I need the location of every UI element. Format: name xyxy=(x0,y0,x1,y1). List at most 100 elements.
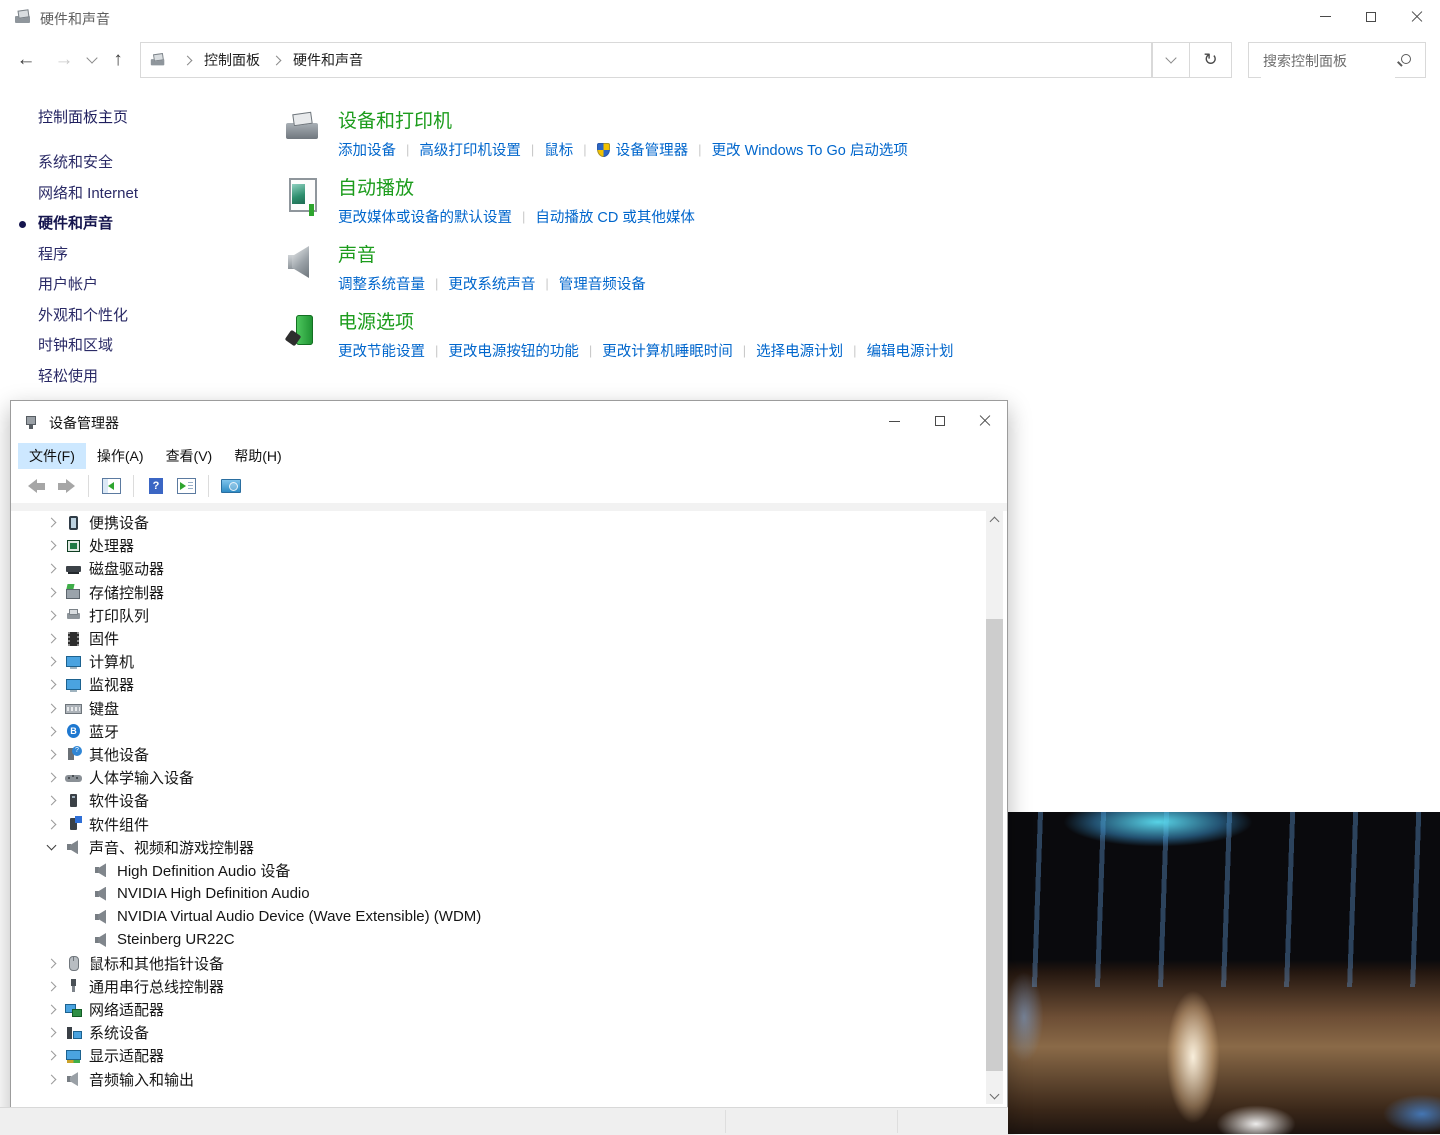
dm-minimize-button[interactable] xyxy=(872,401,917,441)
scrollbar-down-button[interactable] xyxy=(986,1087,1003,1104)
task-link[interactable]: 更改系统声音 xyxy=(448,273,535,294)
tree-subitem[interactable]: NVIDIA Virtual Audio Device (Wave Extens… xyxy=(11,905,1007,928)
scrollbar-up-button[interactable] xyxy=(986,511,1003,528)
expander[interactable] xyxy=(41,774,61,781)
task-link[interactable]: 更改节能设置 xyxy=(338,340,425,361)
tree-item[interactable]: 音频输入和输出 xyxy=(11,1068,1007,1091)
sidebar-item[interactable]: 时钟和区域 xyxy=(0,331,270,362)
task-link[interactable]: 编辑电源计划 xyxy=(867,340,954,361)
expander[interactable] xyxy=(41,635,61,642)
expander[interactable] xyxy=(41,821,61,828)
breadcrumb-hardware-sound[interactable]: 硬件和声音 xyxy=(291,50,365,70)
task-link[interactable]: 调整系统音量 xyxy=(338,273,425,294)
expander[interactable] xyxy=(41,1076,61,1083)
tree-item[interactable]: 固件 xyxy=(11,627,1007,650)
sidebar-item[interactable]: 程序 xyxy=(0,240,270,271)
dm-maximize-button[interactable] xyxy=(917,401,962,441)
expander[interactable] xyxy=(41,519,61,526)
expander[interactable] xyxy=(41,728,61,735)
sound-icon[interactable] xyxy=(283,242,323,282)
tree-item[interactable]: 人体学输入设备 xyxy=(11,766,1007,789)
autoplay-icon[interactable] xyxy=(283,175,323,215)
search-input[interactable] xyxy=(1261,44,1395,78)
tree-item[interactable]: 处理器 xyxy=(11,534,1007,557)
sidebar-item[interactable]: 系统和安全 xyxy=(0,148,270,179)
dm-titlebar[interactable]: 设备管理器 xyxy=(11,401,1007,443)
expander[interactable] xyxy=(41,705,61,712)
expander[interactable] xyxy=(41,681,61,688)
tree-item[interactable]: 声音、视频和游戏控制器 xyxy=(11,836,1007,859)
tree-item[interactable]: 打印队列 xyxy=(11,604,1007,627)
tree-item[interactable]: 鼠标和其他指针设备 xyxy=(11,952,1007,975)
cp-maximize-button[interactable] xyxy=(1348,0,1394,33)
tree-item[interactable]: 网络适配器 xyxy=(11,998,1007,1021)
section-title-link[interactable]: 声音 xyxy=(338,244,646,268)
expander[interactable] xyxy=(41,542,61,549)
dm-back-button[interactable] xyxy=(23,473,49,499)
expander[interactable] xyxy=(41,565,61,572)
expander[interactable] xyxy=(41,589,61,596)
sidebar-item[interactable]: 外观和个性化 xyxy=(0,301,270,332)
tree-item[interactable]: 磁盘驱动器 xyxy=(11,557,1007,580)
properties-button[interactable] xyxy=(173,473,199,499)
help-button[interactable]: ? xyxy=(143,473,169,499)
task-link[interactable]: 高级打印机设置 xyxy=(419,139,521,160)
console-tree-toggle-button[interactable] xyxy=(98,473,124,499)
scan-hardware-changes-button[interactable] xyxy=(218,473,244,499)
expander[interactable] xyxy=(41,983,61,990)
sidebar-item[interactable]: 用户帐户 xyxy=(0,270,270,301)
sidebar-item[interactable]: 网络和 Internet xyxy=(0,179,270,210)
tree-item[interactable]: 显示适配器 xyxy=(11,1044,1007,1067)
menu-item[interactable]: 文件(F) xyxy=(18,443,86,469)
tree-item[interactable]: 系统设备 xyxy=(11,1021,1007,1044)
cp-minimize-button[interactable] xyxy=(1302,0,1348,33)
expander[interactable] xyxy=(41,1052,61,1059)
devices-printers-icon[interactable] xyxy=(283,108,323,148)
tree-item[interactable]: 蓝牙 xyxy=(11,720,1007,743)
task-link[interactable]: 选择电源计划 xyxy=(756,340,843,361)
task-link[interactable]: 设备管理器 xyxy=(616,139,689,160)
task-link[interactable]: 管理音频设备 xyxy=(559,273,646,294)
expander[interactable] xyxy=(41,960,61,967)
tree-item[interactable]: 通用串行总线控制器 xyxy=(11,975,1007,998)
cp-close-button[interactable] xyxy=(1394,0,1440,33)
section-title-link[interactable]: 电源选项 xyxy=(338,311,954,335)
menu-item[interactable]: 帮助(H) xyxy=(223,443,292,469)
dm-close-button[interactable] xyxy=(962,401,1007,441)
tree-item[interactable]: 软件设备 xyxy=(11,789,1007,812)
task-link[interactable]: 更改计算机睡眠时间 xyxy=(602,340,733,361)
tree-item[interactable]: 存储控制器 xyxy=(11,581,1007,604)
expander[interactable] xyxy=(41,751,61,758)
refresh-button[interactable]: ↻ xyxy=(1189,42,1232,78)
section-title-link[interactable]: 设备和打印机 xyxy=(338,110,908,134)
task-link[interactable]: 更改媒体或设备的默认设置 xyxy=(338,206,512,227)
back-button[interactable]: ← xyxy=(12,46,40,74)
scrollbar-thumb[interactable] xyxy=(986,619,1003,1071)
forward-button[interactable]: → xyxy=(50,46,78,74)
sidebar-item[interactable]: 硬件和声音 xyxy=(0,209,270,240)
expander[interactable] xyxy=(41,1029,61,1036)
expander[interactable] xyxy=(41,1006,61,1013)
tree-subitem[interactable]: NVIDIA High Definition Audio xyxy=(11,882,1007,905)
menu-item[interactable]: 操作(A) xyxy=(86,443,155,469)
tree-item[interactable]: 监视器 xyxy=(11,673,1007,696)
tree-item[interactable]: 计算机 xyxy=(11,650,1007,673)
tree-scrollbar[interactable] xyxy=(986,511,1003,1104)
task-link[interactable]: 自动播放 CD 或其他媒体 xyxy=(535,206,695,227)
tree-subitem[interactable]: Steinberg UR22C xyxy=(11,928,1007,951)
expander[interactable] xyxy=(41,797,61,804)
tree-subitem[interactable]: High Definition Audio 设备 xyxy=(11,859,1007,882)
expander[interactable] xyxy=(41,845,61,849)
task-link[interactable]: 更改 Windows To Go 启动选项 xyxy=(712,139,908,160)
breadcrumb-control-panel[interactable]: 控制面板 xyxy=(202,50,262,70)
address-dropdown-button[interactable] xyxy=(1152,42,1190,78)
tree-item[interactable]: 键盘 xyxy=(11,697,1007,720)
task-link[interactable]: 鼠标 xyxy=(544,139,573,160)
task-link[interactable]: 更改电源按钮的功能 xyxy=(448,340,579,361)
dm-forward-button[interactable] xyxy=(53,473,79,499)
section-title-link[interactable]: 自动播放 xyxy=(338,177,695,201)
tree-item[interactable]: 其他设备 xyxy=(11,743,1007,766)
task-link[interactable]: 添加设备 xyxy=(338,139,396,160)
sidebar-item[interactable]: 轻松使用 xyxy=(0,362,270,393)
sidebar-home-link[interactable]: 控制面板主页 xyxy=(38,108,270,128)
